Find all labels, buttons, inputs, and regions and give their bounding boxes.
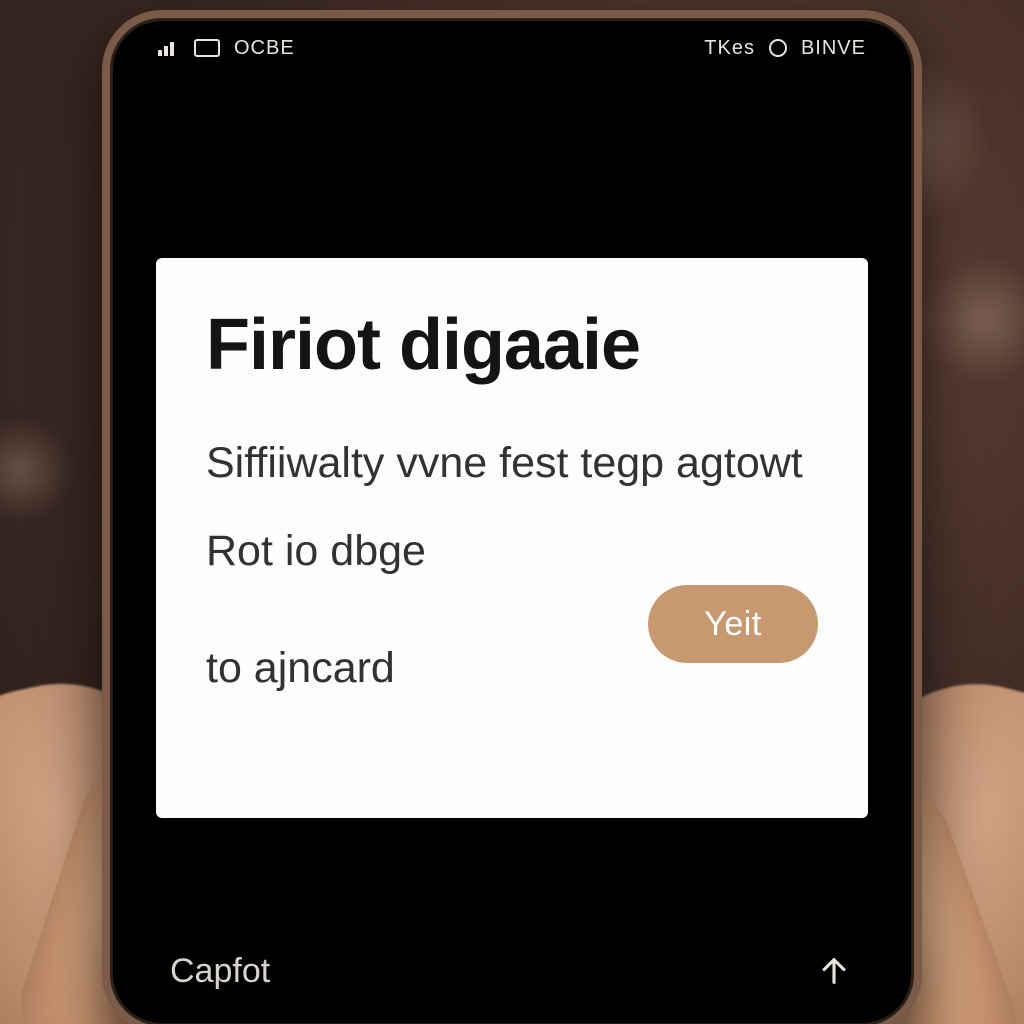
card-line-1: Rot io dbge xyxy=(206,516,818,587)
signal-icon xyxy=(158,40,180,56)
up-arrow-icon[interactable] xyxy=(814,951,854,991)
status-bar-left: OCBE xyxy=(158,37,295,60)
status-right-label-2: BINVE xyxy=(801,37,866,60)
bottom-bar-label[interactable]: Capfot xyxy=(170,952,270,991)
battery-icon xyxy=(194,39,220,57)
status-indicator-icon xyxy=(769,39,787,57)
status-bar-right: TKes BINVE xyxy=(704,37,866,60)
bottom-bar: Capfot xyxy=(110,926,914,1024)
phone-frame: OCBE TKes BINVE Firiot digaaie Siffiiwal… xyxy=(102,10,922,1024)
card-title: Firiot digaaie xyxy=(206,308,818,384)
card-subtitle: Siffiiwalty vvne fest tegp agtowt xyxy=(206,432,818,494)
status-carrier-label: OCBE xyxy=(234,37,295,60)
status-bar: OCBE TKes BINVE xyxy=(110,18,914,78)
primary-button[interactable]: Yeit xyxy=(648,585,818,663)
status-right-label-1: TKes xyxy=(704,37,755,60)
content-card: Firiot digaaie Siffiiwalty vvne fest teg… xyxy=(156,258,868,818)
